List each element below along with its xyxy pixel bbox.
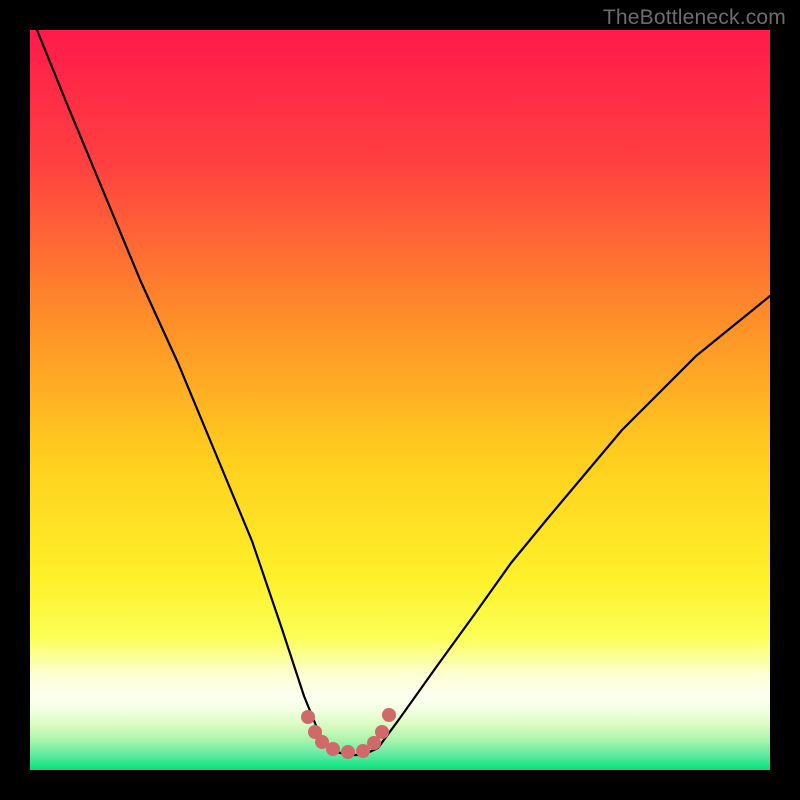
chart-frame: TheBottleneck.com (0, 0, 800, 800)
plot-area (30, 30, 770, 770)
chart-svg (30, 30, 770, 770)
gradient-background (30, 30, 770, 770)
watermark-text: TheBottleneck.com (603, 6, 786, 30)
